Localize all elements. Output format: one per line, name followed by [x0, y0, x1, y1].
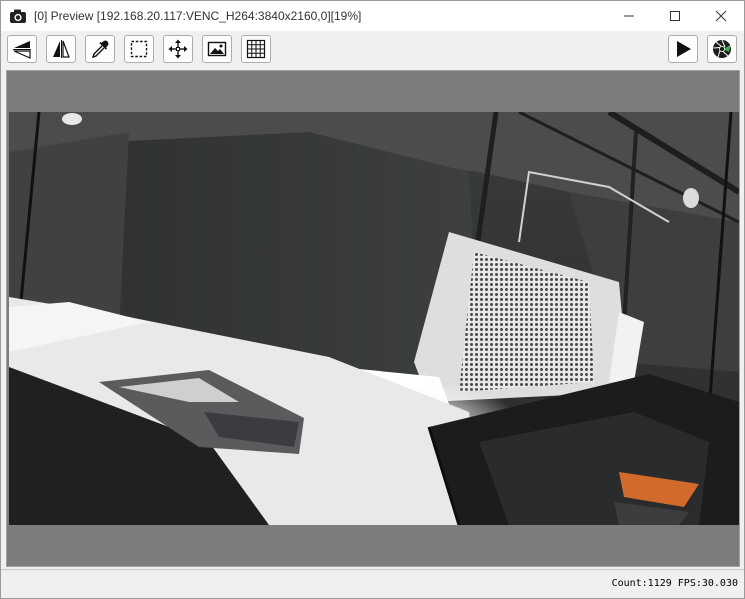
- title-bar[interactable]: [0] Preview [192.168.20.117:VENC_H264:38…: [1, 1, 744, 31]
- window-title: [0] Preview [192.168.20.117:VENC_H264:38…: [34, 9, 362, 23]
- eyedropper-icon: [91, 40, 109, 59]
- flip-vertical-button[interactable]: [7, 35, 37, 63]
- image-button[interactable]: [202, 35, 232, 63]
- snapshot-button[interactable]: [707, 35, 737, 63]
- minimize-icon: [624, 15, 634, 17]
- aperture-icon: [713, 39, 731, 58]
- preview-area[interactable]: [6, 70, 740, 567]
- close-button[interactable]: [698, 1, 744, 31]
- frame-stats: Count:1129 FPS:30.030: [611, 578, 738, 589]
- minimize-button[interactable]: [606, 1, 652, 31]
- image-icon: [207, 41, 227, 57]
- maximize-button[interactable]: [652, 1, 698, 31]
- mirror-horizontal-button[interactable]: [46, 35, 76, 63]
- camera-icon: [9, 8, 27, 24]
- eyedropper-button[interactable]: [85, 35, 115, 63]
- camera-frame-image: [9, 112, 739, 525]
- grid-icon: [246, 39, 266, 59]
- move-icon: [168, 39, 188, 59]
- grid-button[interactable]: [241, 35, 271, 63]
- preview-window: [0] Preview [192.168.20.117:VENC_H264:38…: [0, 0, 745, 599]
- maximize-icon: [670, 11, 680, 21]
- mirror-horizontal-icon: [53, 40, 70, 58]
- select-region-icon: [130, 40, 148, 58]
- close-icon: [715, 10, 727, 22]
- select-region-button[interactable]: [124, 35, 154, 63]
- toolbar: [1, 33, 744, 69]
- video-frame[interactable]: [9, 112, 739, 525]
- flip-vertical-icon: [13, 41, 31, 59]
- play-button[interactable]: [668, 35, 698, 63]
- move-button[interactable]: [163, 35, 193, 63]
- play-icon: [677, 41, 691, 57]
- status-bar: Count:1129 FPS:30.030: [1, 569, 744, 598]
